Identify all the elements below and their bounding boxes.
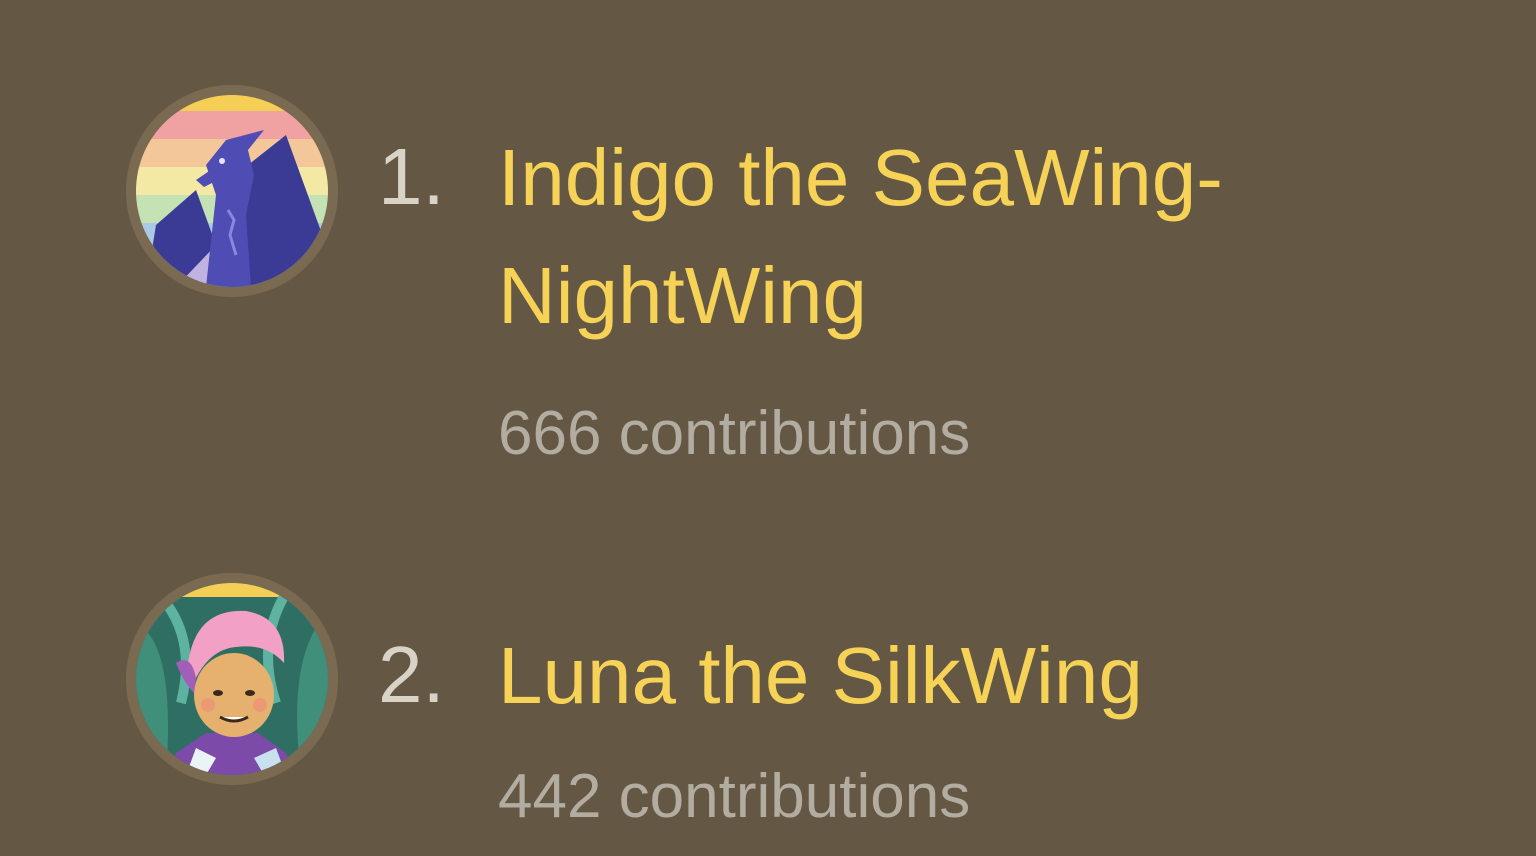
rank-number: 1.: [378, 132, 445, 221]
user-avatar[interactable]: [126, 573, 338, 785]
user-avatar[interactable]: [126, 85, 338, 297]
silkwing-avatar-icon: [136, 583, 328, 775]
dragon-avatar-icon: [136, 95, 328, 287]
user-name-link[interactable]: Indigo the SeaWing-NightWing: [498, 119, 1458, 355]
rank-number: 2.: [378, 630, 445, 719]
contribution-count: 442 contributions: [498, 762, 971, 831]
contributors-leaderboard: 1. Indigo the SeaWing-NightWing 666 cont…: [0, 0, 1536, 856]
contribution-count: 666 contributions: [498, 399, 971, 468]
user-name-link[interactable]: Luna the SilkWing: [498, 617, 1458, 735]
